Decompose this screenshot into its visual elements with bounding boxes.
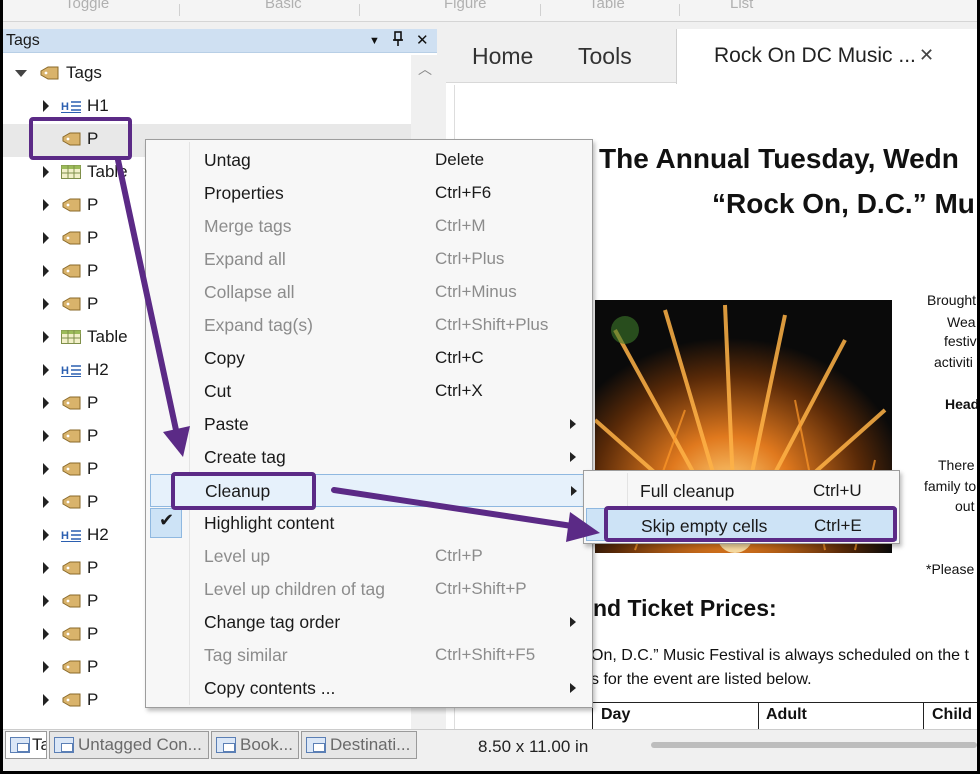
annotation-arrow bbox=[331, 487, 575, 529]
annotation-arrowhead bbox=[566, 512, 600, 542]
annotation-arrow bbox=[115, 157, 179, 433]
annotation-arrowhead bbox=[163, 426, 190, 457]
annotation-arrows bbox=[115, 157, 600, 542]
